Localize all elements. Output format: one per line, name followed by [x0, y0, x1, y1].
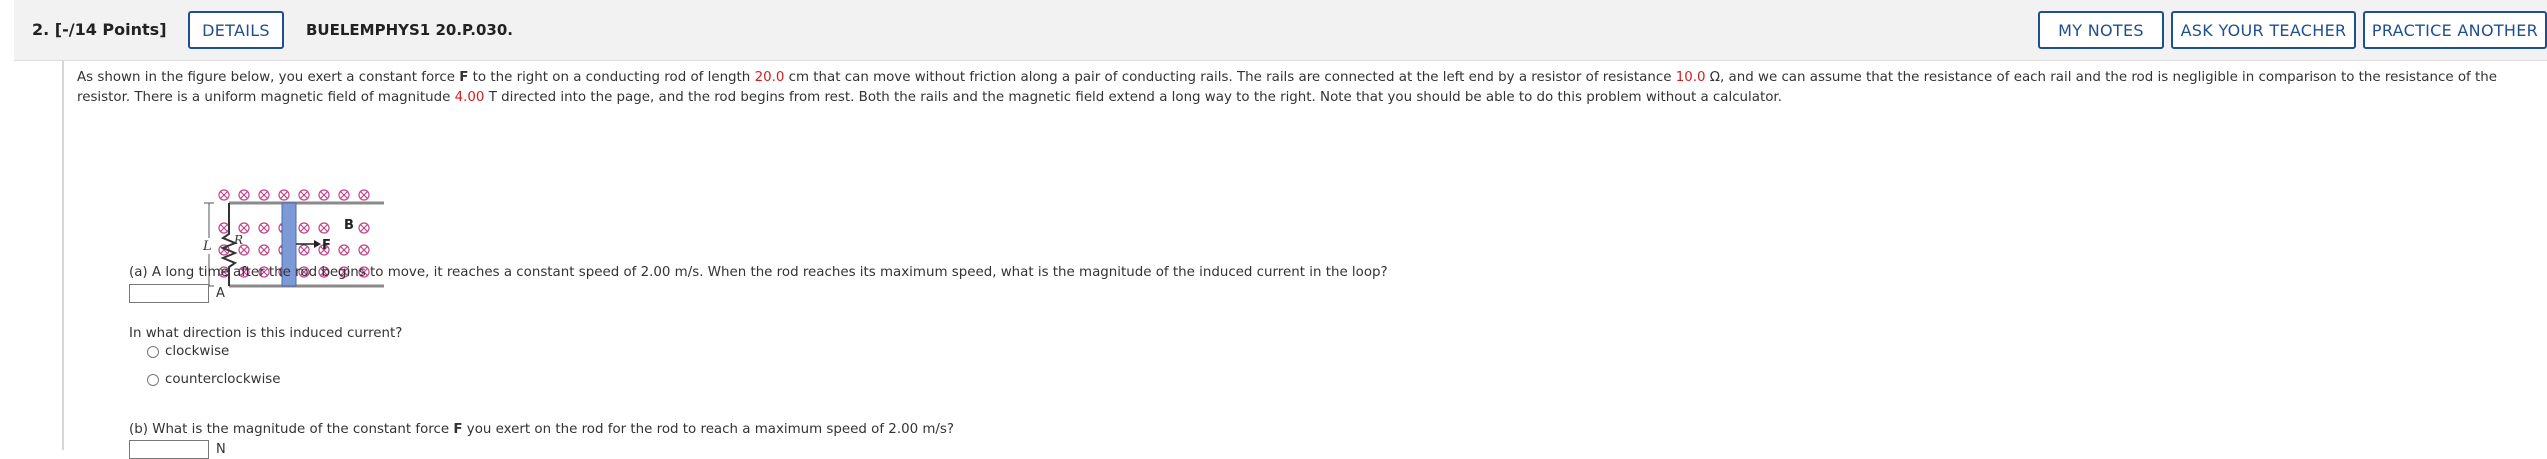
field-into-page-icon: [258, 189, 270, 201]
option-counterclockwise[interactable]: counterclockwise: [147, 372, 281, 387]
question-number-text: 2.: [32, 20, 50, 39]
problem-statement: As shown in the figure below, you exert …: [77, 68, 2537, 108]
field-into-page-icon: [238, 222, 250, 234]
radio-clockwise[interactable]: [147, 345, 159, 358]
length-value: 20.0: [754, 70, 785, 85]
radio-counterclockwise[interactable]: [147, 373, 159, 386]
field-into-page-icon: [338, 244, 350, 256]
question-header: 2. [-/14 Points] DETAILS BUELEMPHYS1 20.…: [14, 0, 2547, 61]
part-b-text-1: (b) What is the magnitude of the constan…: [129, 422, 454, 437]
field-label: B: [344, 218, 354, 233]
resistor-label: R: [233, 233, 243, 247]
length-label: L: [202, 239, 212, 254]
part-a-question: (a) A long time after the rod begins to …: [129, 265, 1388, 280]
details-button[interactable]: DETAILS: [188, 11, 284, 49]
intro-text-1: As shown in the figure below, you exert …: [77, 70, 460, 85]
field-into-page-icon: [358, 222, 370, 234]
part-a-answer-input[interactable]: [129, 284, 209, 303]
practice-another-button[interactable]: PRACTICE ANOTHER: [2363, 11, 2547, 49]
force-label: F: [322, 238, 331, 253]
direction-question: In what direction is this induced curren…: [129, 326, 403, 341]
field-into-page-icon: [298, 222, 310, 234]
part-a-unit: A: [216, 286, 225, 301]
my-notes-button[interactable]: MY NOTES: [2038, 11, 2164, 49]
field-into-page-icon: [358, 189, 370, 201]
part-b-force-symbol: F: [453, 422, 463, 437]
field-into-page-icon: [238, 189, 250, 201]
intro-text-3: cm that can move without friction along …: [784, 70, 1676, 85]
part-b-question: (b) What is the magnitude of the constan…: [129, 422, 954, 437]
field-into-page-icon: [278, 189, 290, 201]
intro-text-2: to the right on a conducting rod of leng…: [468, 70, 755, 85]
field-into-page-icon: [218, 189, 230, 201]
field-into-page-icon: [258, 222, 270, 234]
intro-text-5: T directed into the page, and the rod be…: [484, 90, 1782, 105]
field-into-page-icon: [218, 222, 230, 234]
problem-code: BUELEMPHYS1 20.P.030.: [306, 21, 513, 39]
field-into-page-icon: [298, 244, 310, 256]
option-clockwise[interactable]: clockwise: [147, 344, 229, 359]
field-into-page-icon: [258, 244, 270, 256]
field-into-page-icon: [298, 189, 310, 201]
question-content: As shown in the figure below, you exert …: [62, 60, 2547, 459]
option-counterclockwise-label: counterclockwise: [165, 372, 281, 387]
field-value: 4.00: [454, 90, 485, 105]
force-symbol: F: [459, 70, 469, 85]
points-label: [-/14 Points]: [54, 20, 167, 39]
option-clockwise-label: clockwise: [165, 344, 230, 359]
field-into-page-icon: [318, 189, 330, 201]
resistance-value: 10.0: [1675, 70, 1706, 85]
field-into-page-icon: [318, 222, 330, 234]
field-into-page-icon: [358, 244, 370, 256]
ask-teacher-button[interactable]: ASK YOUR TEACHER: [2171, 11, 2356, 49]
field-into-page-icon: [338, 189, 350, 201]
part-b-text-2: you exert on the rod for the rod to reac…: [462, 422, 955, 437]
question-number: 2. [-/14 Points]: [32, 20, 167, 39]
